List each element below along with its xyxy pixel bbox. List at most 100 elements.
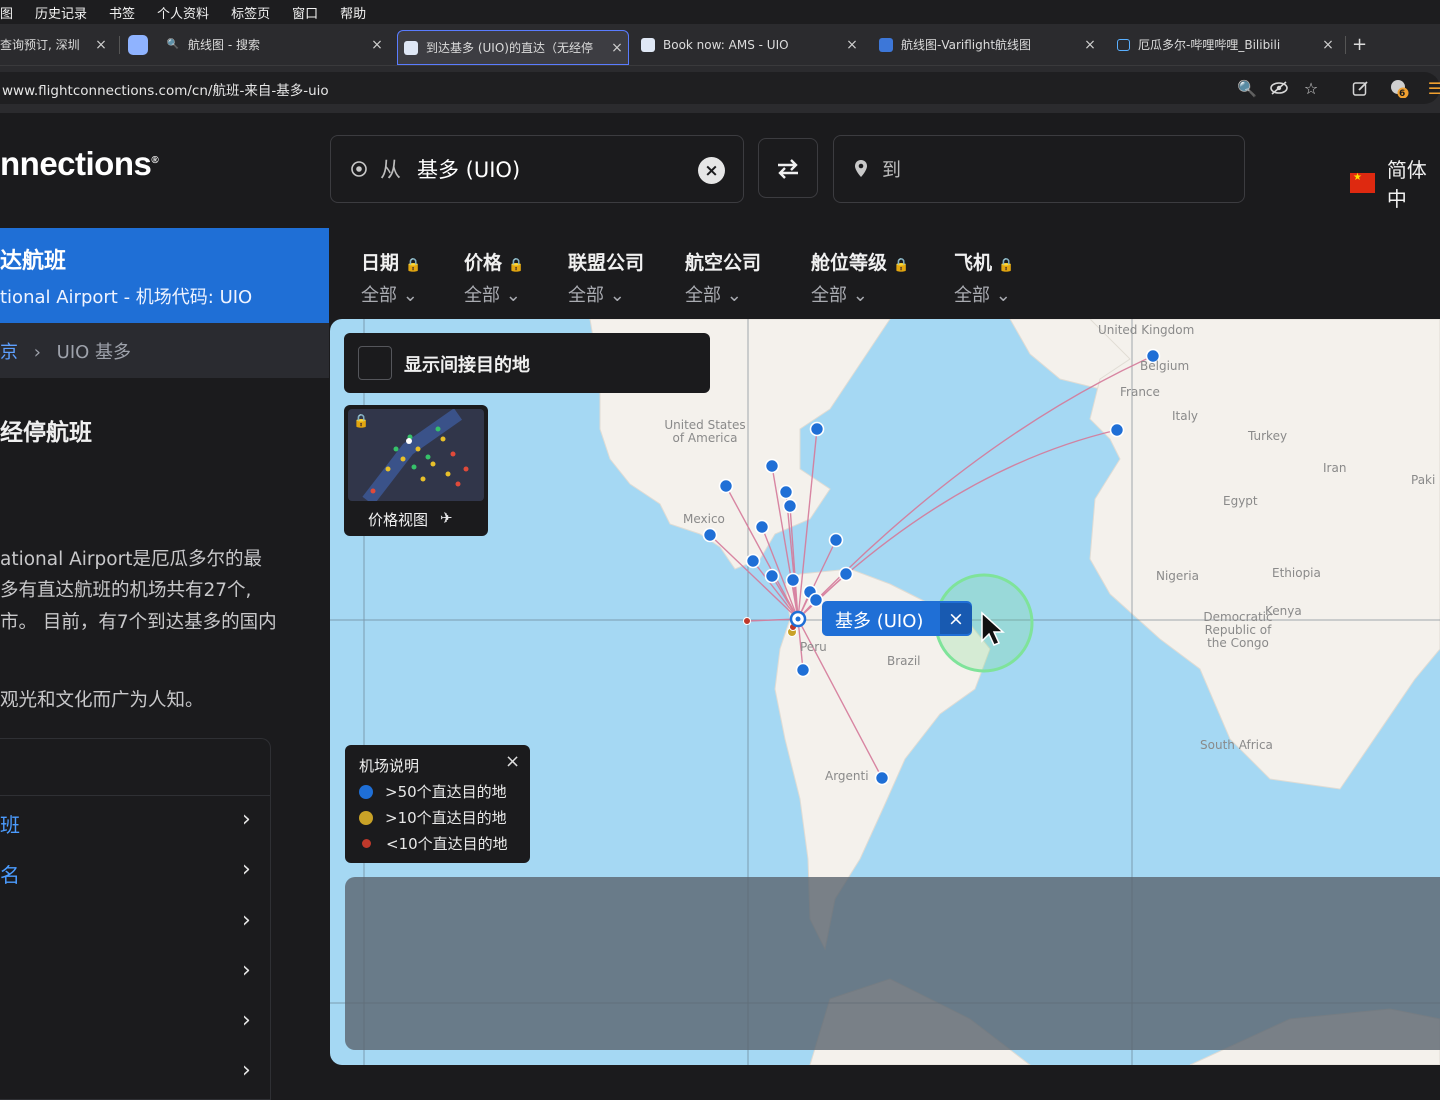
legend-dot-blue — [359, 784, 373, 799]
hide-icon[interactable] — [1268, 77, 1290, 99]
link-row[interactable]: › — [0, 1054, 270, 1094]
tab-booking[interactable]: 查询预订, 深圳 × — [0, 28, 112, 61]
chevron-right-icon: › — [242, 1008, 251, 1033]
close-icon[interactable]: × — [505, 751, 520, 772]
airport-marker — [808, 592, 824, 608]
airport-marker — [874, 770, 890, 786]
chevron-right-icon: › — [242, 1058, 251, 1083]
chevron-down-icon: ⌄ — [402, 285, 418, 306]
menu-window[interactable]: 窗口 — [292, 3, 318, 22]
site-logo[interactable]: nnections® — [0, 145, 159, 183]
chevron-right-icon: › — [242, 857, 251, 882]
results-overlay — [345, 877, 1440, 1050]
language-selector[interactable]: 简体中 — [1350, 154, 1440, 212]
map-label: Argenti — [825, 769, 869, 783]
edit-icon[interactable] — [1349, 77, 1371, 99]
new-tab-button[interactable]: + — [1352, 28, 1374, 61]
close-icon[interactable]: × — [1079, 37, 1101, 53]
variflight-icon — [879, 37, 893, 52]
link-row[interactable]: 名 › — [0, 853, 270, 893]
close-icon[interactable]: × — [606, 40, 628, 56]
lock-icon: 🔒 — [353, 414, 370, 429]
airport-marker — [764, 568, 780, 584]
filter-cabin-class[interactable]: 舱位等级 🔒 全部 ⌄ — [811, 248, 909, 307]
close-icon[interactable]: × — [940, 603, 972, 634]
origin-icon — [350, 160, 368, 182]
menu-item[interactable]: 图 — [0, 3, 13, 22]
price-view-button[interactable]: 🔒 价格视图 ✈ — [344, 405, 488, 536]
legend-title: 机场说明 — [359, 757, 420, 775]
tab-booknow[interactable]: Book now: AMS - UIO × — [641, 28, 863, 61]
close-icon[interactable]: × — [1317, 37, 1339, 53]
app-menubar: 图 历史记录 书签 个人资料 标签页 窗口 帮助 — [0, 0, 1440, 24]
legend-dot-red — [362, 839, 371, 848]
map-label: Paki — [1411, 473, 1436, 487]
airport-marker — [764, 458, 780, 474]
map-label: Nigeria — [1156, 569, 1199, 583]
lock-icon: 🔒 — [998, 258, 1015, 273]
map-label: United States of America — [664, 418, 746, 445]
tab-search[interactable]: 🔍 航线图 - 搜索 × — [166, 28, 388, 61]
origin-label[interactable]: 基多 (UIO) × — [822, 601, 972, 636]
menu-tabs[interactable]: 标签页 — [231, 3, 270, 22]
clear-from-button[interactable]: × — [698, 157, 725, 184]
show-indirect-toggle[interactable]: 显示间接目的地 — [344, 333, 710, 393]
bookmark-star-icon[interactable]: ☆ — [1300, 77, 1322, 99]
zoom-icon[interactable]: 🔍 — [1236, 77, 1258, 99]
lock-icon: 🔒 — [405, 258, 422, 273]
airport-marker — [1109, 422, 1125, 438]
airport-marker — [718, 478, 734, 494]
tab-pinned[interactable] — [128, 28, 150, 61]
map-label: France — [1120, 385, 1160, 399]
indirect-checkbox[interactable] — [358, 346, 392, 380]
tab-variflight[interactable]: 航线图-Variflight航线图 × — [879, 28, 1101, 61]
breadcrumb-separator-icon: › — [33, 342, 41, 363]
chevron-down-icon: ⌄ — [726, 285, 742, 306]
filter-aircraft[interactable]: 飞机 🔒 全部 ⌄ — [954, 248, 1014, 307]
link-row[interactable]: › — [0, 904, 270, 944]
lock-icon: 🔒 — [508, 258, 525, 273]
close-icon[interactable]: × — [841, 37, 863, 53]
airport-marker — [702, 527, 718, 543]
link-list: 班 › 名 › › › › › — [0, 738, 271, 1100]
legend-item: <10个直达目的地 — [359, 833, 508, 854]
filter-price[interactable]: 价格 🔒 全部 ⌄ — [464, 248, 524, 307]
airport-marker — [754, 519, 770, 535]
price-view-label: 价格视图 — [368, 511, 429, 529]
tab-flightconnections[interactable]: 到达基多 (UIO)的直达（无经停 × — [397, 30, 629, 65]
airport-marker — [838, 566, 854, 582]
filter-alliance[interactable]: 联盟公司 全部 ⌄ — [568, 248, 644, 307]
map-label: Turkey — [1248, 429, 1288, 443]
map-label: Iran — [1323, 461, 1347, 475]
link-row[interactable]: › — [0, 954, 270, 994]
menu-history[interactable]: 历史记录 — [35, 3, 87, 22]
map-label: Mexico — [683, 512, 725, 526]
filter-airline[interactable]: 航空公司 全部 ⌄ — [685, 248, 761, 307]
legend-dot-yellow — [359, 810, 373, 825]
link-row[interactable]: 班 › — [0, 803, 270, 843]
swap-button[interactable] — [758, 138, 818, 198]
breadcrumb-link[interactable]: 京 — [0, 342, 18, 363]
menu-help[interactable]: 帮助 — [340, 3, 366, 22]
filter-date[interactable]: 日期 🔒 全部 ⌄ — [361, 248, 421, 307]
close-icon[interactable]: × — [90, 37, 112, 53]
link-row[interactable]: › — [0, 1004, 270, 1044]
to-input[interactable]: 到 — [882, 155, 901, 182]
from-input[interactable]: 从基多 (UIO) — [380, 154, 520, 184]
tab-bilibili[interactable]: 厄瓜多尔-哔哩哔哩_Bilibili × — [1117, 28, 1339, 61]
map-label: Egypt — [1223, 494, 1258, 508]
location-pin-icon — [854, 159, 868, 182]
menu-bookmarks[interactable]: 书签 — [109, 3, 135, 22]
app-icon — [128, 34, 148, 55]
page-title: 达航班 — [0, 249, 67, 274]
map-label: United Kingdom — [1098, 323, 1195, 337]
url-text[interactable]: www.flightconnections.com/cn/航班-来自-基多-ui… — [2, 79, 329, 99]
chevron-down-icon: ⌄ — [995, 285, 1011, 306]
map-label: Italy — [1172, 409, 1199, 423]
menu-icon[interactable]: ☰ — [1424, 77, 1440, 99]
menu-profile[interactable]: 个人资料 — [157, 3, 209, 22]
tab-divider — [1345, 36, 1346, 54]
close-icon[interactable]: × — [366, 37, 388, 53]
tab-strip: 查询预订, 深圳 × 🔍 航线图 - 搜索 × 到达基多 (UIO)的直达（无经… — [0, 24, 1440, 65]
origin-airport-center — [795, 616, 801, 622]
